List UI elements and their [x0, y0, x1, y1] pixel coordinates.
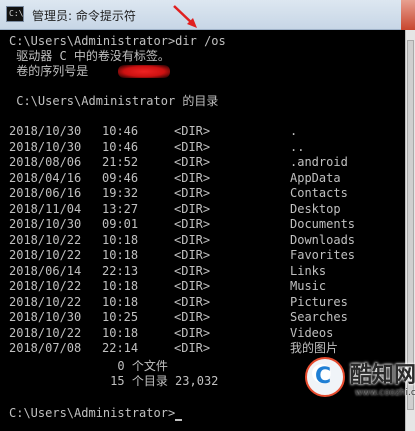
watermark-brand: 酷知网 [350, 363, 415, 388]
entry-name: Music [290, 279, 327, 293]
entry-date: 2018/10/30 [9, 310, 82, 324]
entry-type: <DIR> [174, 170, 211, 185]
entry-time: 10:18 [102, 325, 139, 340]
table-row: 2018/06/14 22:13 <DIR> Links [0, 264, 405, 279]
prompt-text: C:\Users\Administrator> [9, 406, 176, 420]
table-row: 2018/04/16 09:46 <DIR> AppData [0, 171, 405, 186]
entry-date: 2018/11/04 [9, 201, 82, 216]
command-prompt[interactable]: C:\Users\Administrator> [9, 406, 183, 421]
table-row: 2018/10/22 10:18 <DIR> Pictures [0, 295, 405, 310]
volume-label-line: 驱动器 C 中的卷没有标签。 [9, 49, 170, 63]
entry-date: 2018/10/30 [9, 217, 82, 231]
entry-name: . [290, 124, 298, 138]
entry-type: <DIR> [174, 217, 211, 231]
table-row: 2018/10/30 09:01 <DIR> Documents [0, 217, 405, 232]
entry-name: Contacts [290, 186, 348, 200]
entry-time: 10:46 [102, 124, 139, 138]
entry-name: 我的图片 [290, 341, 339, 355]
table-row: 2018/10/22 10:18 <DIR> Favorites [0, 248, 405, 263]
entry-date: 2018/10/22 [9, 279, 82, 293]
text-cursor [175, 419, 183, 421]
entry-time: 10:18 [102, 279, 139, 293]
entry-time: 10:18 [102, 248, 139, 262]
entry-name: Favorites [290, 248, 356, 262]
entry-name: Searches [290, 310, 348, 324]
entry-type: <DIR> [174, 279, 211, 293]
entry-type: <DIR> [174, 325, 211, 340]
watermark: C 酷知网 www.coozhi.com [305, 355, 415, 405]
entry-time: 10:18 [102, 294, 139, 309]
title-bar[interactable]: C:\ 管理员: 命令提示符 [0, 0, 415, 30]
entry-time: 22:13 [102, 263, 139, 278]
entry-date: 2018/10/22 [9, 248, 82, 262]
dirs-summary-line: 15 个目录 23,032 [9, 374, 219, 388]
command-line: C:\Users\Administrator>dir /os [9, 34, 226, 48]
entry-type: <DIR> [174, 124, 211, 138]
files-summary-line: 0 个文件 [9, 359, 168, 373]
cmd-app-icon-label: C:\ [9, 9, 24, 18]
table-row: 2018/06/16 19:32 <DIR> Contacts [0, 186, 405, 201]
red-arrow-annotation-icon [173, 5, 197, 28]
entry-name: Pictures [290, 294, 348, 309]
entry-time: 22:14 [102, 341, 139, 355]
cmd-window: C:\ 管理员: 命令提示符 C:\Users\Administrator>di… [0, 0, 415, 431]
table-row: 2018/11/04 13:27 <DIR> Desktop [0, 202, 405, 217]
entry-date: 2018/10/22 [9, 325, 82, 340]
close-button[interactable] [401, 0, 415, 30]
entry-name: .. [290, 139, 305, 154]
entry-type: <DIR> [174, 294, 211, 309]
entry-type: <DIR> [174, 263, 211, 278]
entry-type: <DIR> [174, 155, 211, 169]
entry-date: 2018/04/16 [9, 170, 82, 185]
entry-name: AppData [290, 170, 341, 185]
entry-type: <DIR> [174, 139, 211, 154]
table-row: 2018/10/22 10:18 <DIR> Videos [0, 326, 405, 341]
entry-date: 2018/10/22 [9, 232, 82, 247]
entry-date: 2018/10/30 [9, 139, 82, 154]
watermark-logo-icon: C [305, 357, 345, 397]
entry-time: 21:52 [102, 155, 139, 169]
entry-type: <DIR> [174, 310, 211, 324]
entry-time: 10:25 [102, 310, 139, 324]
serial-number-line: 卷的序列号是 [9, 64, 96, 78]
entry-name: .android [290, 155, 348, 169]
entry-date: 2018/07/08 [9, 341, 82, 355]
entry-type: <DIR> [174, 186, 211, 200]
entry-time: 19:32 [102, 186, 139, 200]
entry-date: 2018/06/14 [9, 263, 82, 278]
cmd-app-icon[interactable]: C:\ [6, 6, 24, 22]
entry-time: 10:18 [102, 232, 139, 247]
entry-type: <DIR> [174, 248, 211, 262]
watermark-logo-letter: C [315, 364, 332, 389]
redacted-serial-mark [118, 65, 170, 78]
entry-name: Links [290, 263, 327, 278]
entry-name: Documents [290, 217, 356, 231]
table-row: 2018/10/22 10:18 <DIR> Downloads [0, 233, 405, 248]
window-title: 管理员: 命令提示符 [32, 9, 136, 23]
entry-name: Videos [290, 325, 334, 340]
entry-date: 2018/06/16 [9, 186, 82, 200]
table-row: 2018/08/06 21:52 <DIR> .android [0, 155, 405, 170]
entry-date: 2018/10/22 [9, 294, 82, 309]
entry-type: <DIR> [174, 201, 211, 216]
entry-name: Downloads [290, 232, 356, 247]
entry-date: 2018/10/30 [9, 124, 82, 138]
entry-type: <DIR> [174, 341, 211, 355]
table-row: 2018/07/08 22:14 <DIR> 我的图片 [0, 341, 405, 356]
entry-time: 10:46 [102, 139, 139, 154]
table-row: 2018/10/30 10:25 <DIR> Searches [0, 310, 405, 325]
table-row: 2018/10/22 10:18 <DIR> Music [0, 279, 405, 294]
watermark-url: www.coozhi.com [355, 388, 415, 398]
directory-of-line: C:\Users\Administrator 的目录 [9, 94, 219, 108]
entry-time: 09:01 [102, 217, 139, 231]
entry-date: 2018/08/06 [9, 155, 82, 169]
table-row: 2018/10/30 10:46 <DIR>.. [0, 140, 405, 155]
entry-time: 09:46 [102, 170, 139, 185]
table-row: 2018/10/30 10:46 <DIR>. [0, 124, 405, 139]
entry-type: <DIR> [174, 232, 211, 247]
entry-time: 13:27 [102, 201, 139, 216]
entry-name: Desktop [290, 201, 341, 216]
